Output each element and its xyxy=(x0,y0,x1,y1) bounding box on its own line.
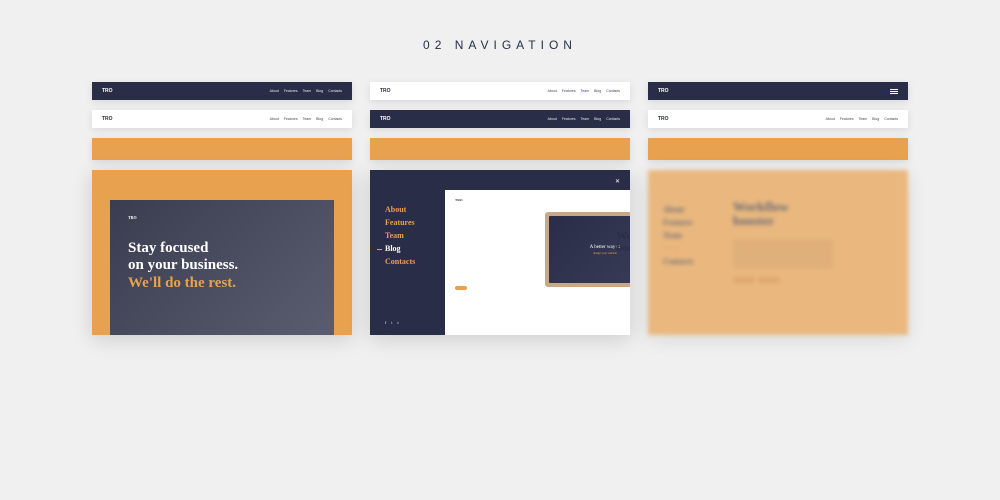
side-menu: About Features Team Blog Contacts xyxy=(370,170,445,335)
preview-label: Workfl booste xyxy=(616,230,630,254)
nav-link[interactable]: Team xyxy=(303,89,312,93)
screen-text-accent: design your website xyxy=(593,251,617,255)
tumblr-icon[interactable]: t xyxy=(397,320,398,325)
nav-link[interactable]: Blog xyxy=(316,89,323,93)
twitter-icon[interactable]: t xyxy=(391,320,392,325)
showcase-grid: TRO About Features Team Blog Contacts TR… xyxy=(0,82,1000,335)
menu-item[interactable]: Features xyxy=(385,218,445,227)
hero2-preview: TRO A better way to design your website … xyxy=(445,190,630,335)
nav-link[interactable]: Blog xyxy=(316,117,323,121)
navbar-light: TRO About Features Team Blog Contacts xyxy=(92,110,352,128)
hero3-title: Workflow booster xyxy=(733,200,898,229)
nav-link[interactable]: Blog xyxy=(872,117,879,121)
hero1-headline: Stay focused on your business. We'll do … xyxy=(128,240,334,292)
logo[interactable]: TRO xyxy=(102,116,113,122)
menu-item[interactable]: Team xyxy=(385,231,445,240)
nav-link[interactable]: About xyxy=(270,89,279,93)
laptop-placeholder xyxy=(733,239,833,269)
menu-item[interactable]: About xyxy=(385,205,445,214)
nav-link[interactable]: Contacts xyxy=(606,117,620,121)
nav-link[interactable]: Features xyxy=(284,89,298,93)
menu-item-active[interactable]: Blog xyxy=(663,244,723,253)
logo[interactable]: TRO xyxy=(380,116,391,122)
nav-links: About Features Team Blog Contacts xyxy=(270,89,342,93)
nav-links: About Features Team Blog Contacts xyxy=(548,117,620,121)
logo: TRO xyxy=(455,198,620,202)
navbar-light: TRO About Features Team Blog Contacts xyxy=(648,110,908,128)
navbar-dark: TRO About Features Team Blog Contacts xyxy=(92,82,352,100)
nav-link[interactable]: Team xyxy=(303,117,312,121)
pill-group xyxy=(733,277,898,283)
nav-link[interactable]: Contacts xyxy=(328,117,342,121)
hero1-topbar xyxy=(92,170,352,200)
submenu-bar xyxy=(92,138,352,160)
navbar-dark: TRO About Features Team Blog Contacts xyxy=(370,110,630,128)
pill xyxy=(758,277,780,283)
submenu-bar xyxy=(648,138,908,160)
pill xyxy=(733,277,755,283)
nav-link[interactable]: Features xyxy=(562,89,576,93)
nav-link[interactable]: About xyxy=(826,117,835,121)
section-title: 02 NAVIGATION xyxy=(0,0,1000,82)
hero3-content: Workflow booster xyxy=(723,170,908,335)
hamburger-icon[interactable] xyxy=(890,89,898,94)
menu-item[interactable]: Features xyxy=(663,218,723,227)
nav-link[interactable]: About xyxy=(548,89,557,93)
nav-link[interactable]: Team xyxy=(859,117,868,121)
headline-line: on your business. xyxy=(128,257,334,274)
headline-line: Stay focused xyxy=(128,240,334,257)
column-2: TRO About Features Team Blog Contacts TR… xyxy=(370,82,630,335)
nav-link[interactable]: Contacts xyxy=(884,117,898,121)
hero-card-2: ✕ About Features Team Blog Contacts f t … xyxy=(370,170,630,335)
nav-link[interactable]: Contacts xyxy=(606,89,620,93)
facebook-icon[interactable]: f xyxy=(385,320,386,325)
hero-card-3-blurred: About Features Team Blog Contacts Workfl… xyxy=(648,170,908,335)
nav-links: About Features Team Blog Contacts xyxy=(270,117,342,121)
headline-line-accent: We'll do the rest. xyxy=(128,275,334,292)
menu-item[interactable]: Contacts xyxy=(663,257,723,266)
nav-links: About Features Team Blog Contacts xyxy=(548,89,620,93)
navbar-dark-hamburger: TRO xyxy=(648,82,908,100)
nav-link[interactable]: Team xyxy=(581,117,590,121)
nav-link[interactable]: About xyxy=(548,117,557,121)
nav-link[interactable]: Team xyxy=(581,89,590,93)
nav-link[interactable]: Features xyxy=(840,117,854,121)
hero1-inner: TRO Stay focused on your business. We'll… xyxy=(110,200,334,335)
nav-link[interactable]: Blog xyxy=(594,89,601,93)
logo[interactable]: TRO xyxy=(380,88,391,94)
side-menu: About Features Team Blog Contacts xyxy=(648,170,723,335)
nav-link[interactable]: About xyxy=(270,117,279,121)
logo[interactable]: TRO xyxy=(658,88,669,94)
column-1: TRO About Features Team Blog Contacts TR… xyxy=(92,82,352,335)
hero-card-1: TRO Stay focused on your business. We'll… xyxy=(92,170,352,335)
menu-item[interactable]: Contacts xyxy=(385,257,445,266)
nav-links: About Features Team Blog Contacts xyxy=(826,117,898,121)
close-icon[interactable]: ✕ xyxy=(615,178,620,185)
menu-item-active[interactable]: Blog xyxy=(385,244,445,253)
submenu-bar xyxy=(370,138,630,160)
nav-link[interactable]: Blog xyxy=(594,117,601,121)
navbar-light: TRO About Features Team Blog Contacts xyxy=(370,82,630,100)
nav-link[interactable]: Features xyxy=(284,117,298,121)
logo[interactable]: TRO xyxy=(102,88,113,94)
cta-button[interactable] xyxy=(455,286,467,290)
nav-link[interactable]: Features xyxy=(562,117,576,121)
menu-item[interactable]: Team xyxy=(663,231,723,240)
logo[interactable]: TRO xyxy=(658,116,669,122)
logo[interactable]: TRO xyxy=(128,215,334,220)
nav-link[interactable]: Contacts xyxy=(328,89,342,93)
social-icons: f t t xyxy=(385,320,399,325)
column-3: TRO TRO About Features Team Blog Contact… xyxy=(648,82,908,335)
menu-item[interactable]: About xyxy=(663,205,723,214)
